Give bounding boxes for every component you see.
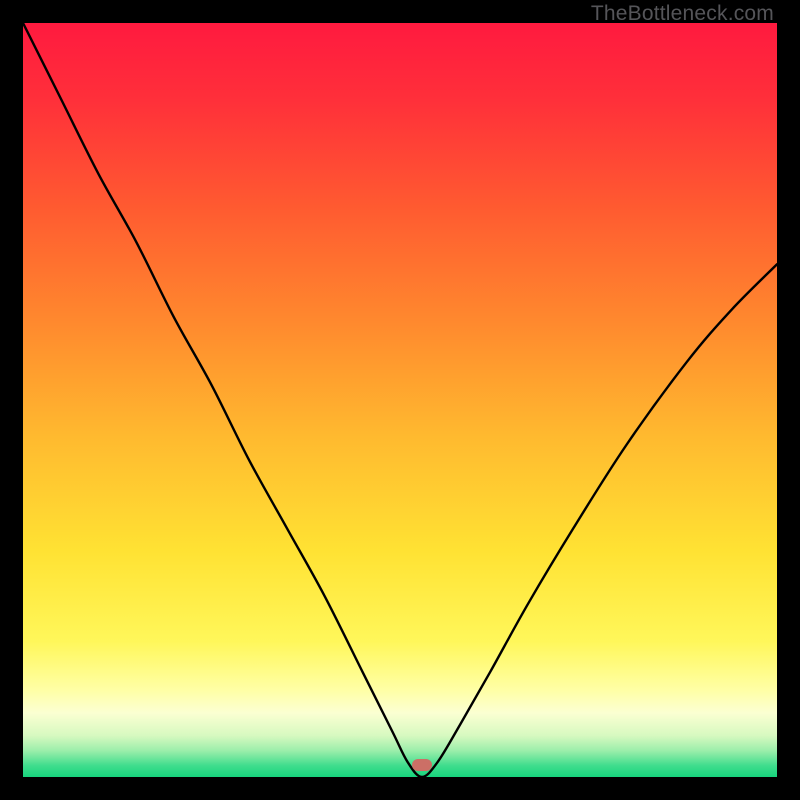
plot-area	[23, 23, 777, 777]
optimal-point-marker	[412, 759, 432, 771]
watermark-text: TheBottleneck.com	[591, 2, 774, 26]
bottleneck-curve	[23, 23, 777, 777]
chart-frame: TheBottleneck.com	[0, 0, 800, 800]
